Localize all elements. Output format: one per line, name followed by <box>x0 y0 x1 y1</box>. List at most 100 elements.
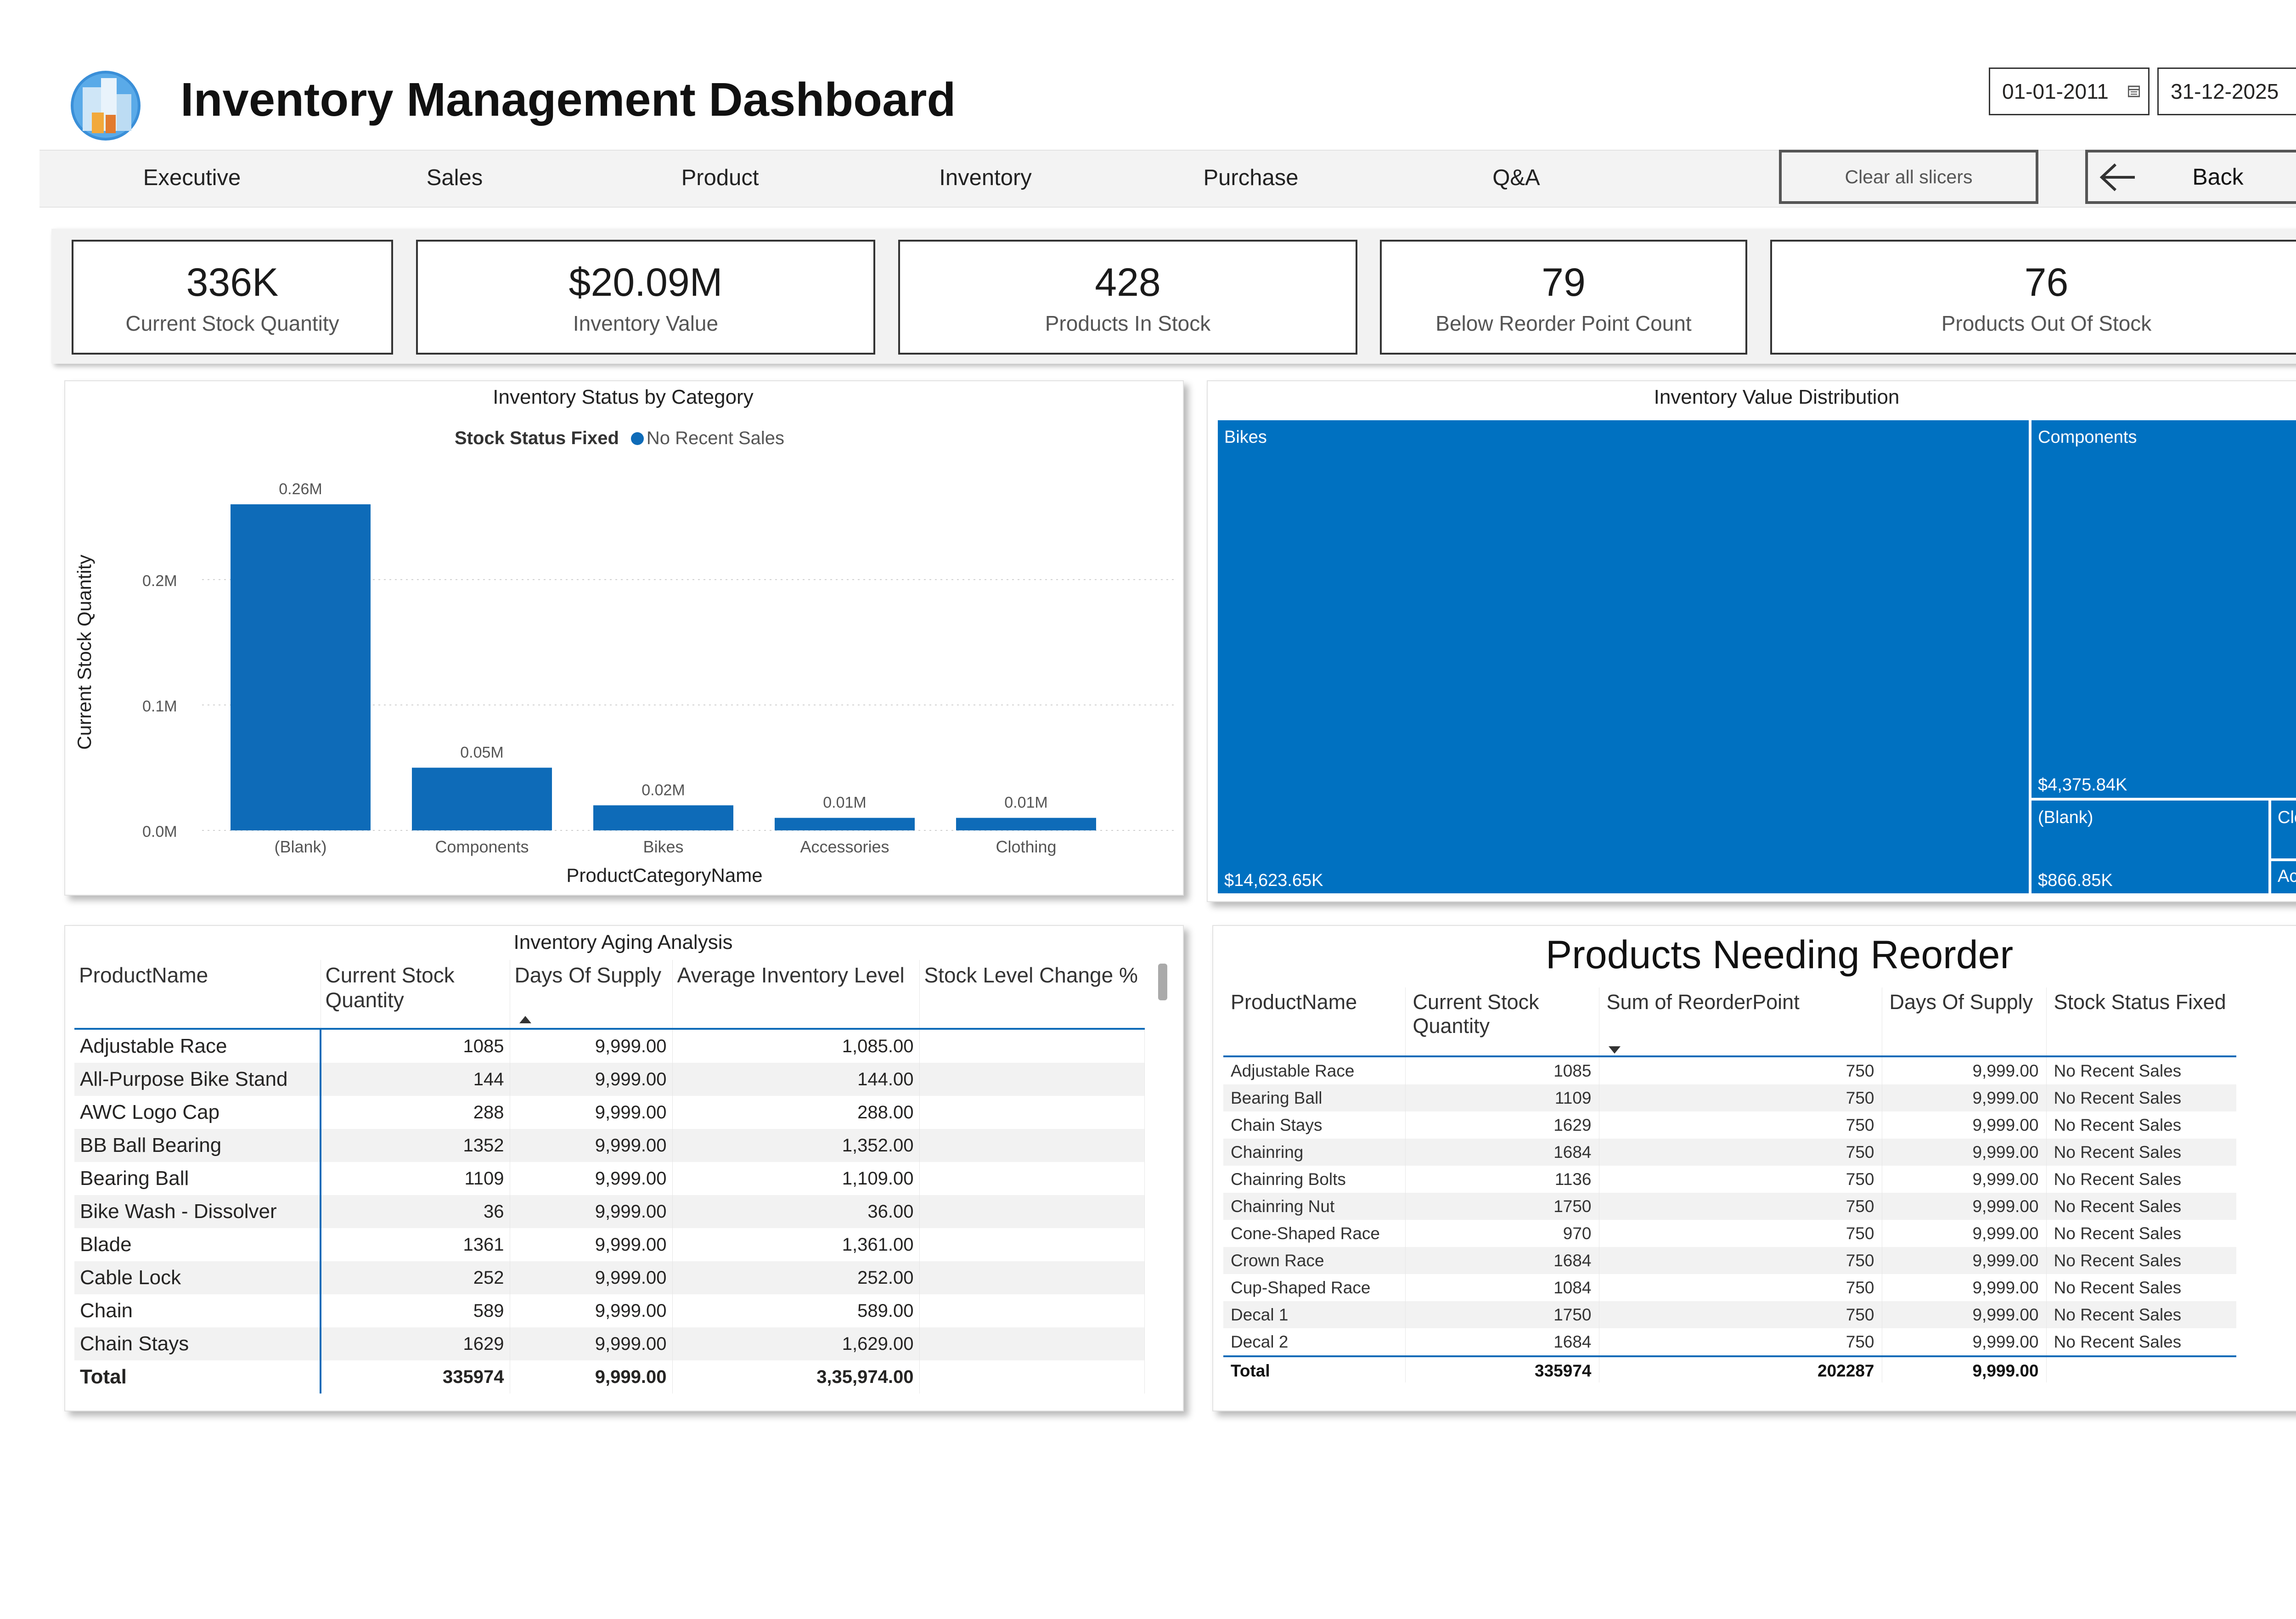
back-button[interactable]: Back <box>2085 150 2296 204</box>
table-row[interactable]: Decal 1 1750 750 9,999.00 No Recent Sales <box>1223 1301 2236 1328</box>
table-cell <box>919 1294 1145 1327</box>
kpi-value: $20.09M <box>568 260 723 305</box>
table-cell: 1684 <box>1405 1139 1599 1166</box>
table-row[interactable]: Cup-Shaped Race 1084 750 9,999.00 No Recent … <box>1223 1274 2236 1301</box>
table-row[interactable]: Bike Wash - Dissolver 36 9,999.00 36.00 <box>74 1195 1145 1228</box>
col-label: Days Of Supply <box>514 963 662 987</box>
table-cell: Chainring Bolts <box>1223 1166 1406 1193</box>
table-row[interactable]: Adjustable Race 1085 750 9,999.00 No Recent … <box>1223 1056 2236 1084</box>
table-cell: 750 <box>1599 1220 1882 1247</box>
table-row[interactable]: Crown Race 1684 750 9,999.00 No Recent Sales <box>1223 1247 2236 1274</box>
table-cell: 9,999.00 <box>1882 1193 2047 1220</box>
aging-table-wrap: ProductName Current Stock Quantity Days … <box>74 960 1145 1393</box>
table-cell: 252.00 <box>672 1261 920 1294</box>
table-cell: 1629 <box>1405 1111 1599 1139</box>
table-cell: Decal 1 <box>1223 1301 1406 1328</box>
table-row[interactable]: Blade 1361 9,999.00 1,361.00 <box>74 1228 1145 1261</box>
table-row[interactable]: Chainring 1684 750 9,999.00 No Recent Sales <box>1223 1139 2236 1166</box>
col-average-inventory[interactable]: Average Inventory Level <box>672 960 920 1030</box>
bar <box>775 818 915 830</box>
page-title: Inventory Management Dashboard <box>180 73 956 126</box>
table-cell: 1,361.00 <box>672 1228 920 1261</box>
x-tick-label: (Blank) <box>274 837 326 856</box>
table-cell: Blade <box>74 1228 321 1261</box>
table-row[interactable]: Chain 589 9,999.00 589.00 <box>74 1294 1145 1327</box>
col-product-name[interactable]: ProductName <box>74 960 321 1030</box>
kpi-value: 76 <box>2024 260 2069 305</box>
table-cell: 9,999.00 <box>1882 1247 2047 1274</box>
nav-tab-qa[interactable]: Q&A <box>1420 150 1613 206</box>
col-stock-level-change[interactable]: Stock Level Change % <box>919 960 1144 1030</box>
table-cell: Bearing Ball <box>74 1162 321 1195</box>
table-cell <box>919 1228 1145 1261</box>
chart-title: Inventory Status by Category <box>493 386 754 408</box>
treemap-tile-components[interactable]: Components $4,375.84K <box>2032 420 2296 798</box>
treemap: Bikes $14,623.65K Components $4,375.84K … <box>1218 420 2296 893</box>
table-row[interactable]: AWC Logo Cap 288 9,999.00 288.00 <box>74 1096 1145 1129</box>
table-row[interactable]: Cone-Shaped Race 970 750 9,999.00 No Recent … <box>1223 1220 2236 1247</box>
col-stock-status[interactable]: Stock Status Fixed <box>2046 987 2236 1057</box>
legend-item: No Recent Sales <box>646 428 785 448</box>
table-row[interactable]: All-Purpose Bike Stand 144 9,999.00 144.00 <box>74 1063 1145 1096</box>
tile-value: $14,623.65K <box>1224 871 1323 890</box>
nav-tab-purchase[interactable]: Purchase <box>1154 150 1347 206</box>
table-row[interactable]: Chainring Nut 1750 750 9,999.00 No Recent Sa… <box>1223 1193 2236 1220</box>
nav-tab-inventory[interactable]: Inventory <box>889 150 1082 206</box>
table-cell: 1084 <box>1405 1274 1599 1301</box>
table-row[interactable]: Bearing Ball 1109 750 9,999.00 No Recent Sal… <box>1223 1084 2236 1111</box>
col-current-stock[interactable]: Current Stock Quantity <box>1405 987 1599 1057</box>
table-cell: Chain Stays <box>74 1327 321 1360</box>
table-cell: 750 <box>1599 1139 1882 1166</box>
kpi-out-of-stock: 76 Products Out Of Stock <box>1770 240 2296 355</box>
treemap-tile-blank[interactable]: (Blank) $866.85K <box>2032 801 2268 893</box>
aging-table: ProductName Current Stock Quantity Days … <box>74 960 1145 1393</box>
table-header-row: ProductName Current Stock Quantity Sum o… <box>1223 987 2236 1057</box>
table-row[interactable]: Adjustable Race 1085 9,999.00 1,085.00 <box>74 1029 1145 1063</box>
nav-tab-sales[interactable]: Sales <box>358 150 551 206</box>
sort-descending-icon <box>1608 1046 1621 1054</box>
table-row[interactable]: Chain Stays 1629 750 9,999.00 No Recent Sale… <box>1223 1111 2236 1139</box>
treemap-tile-clothing[interactable]: Clot... <box>2271 801 2296 858</box>
kpi-products-in-stock: 428 Products In Stock <box>898 240 1357 355</box>
table-cell <box>919 1063 1145 1096</box>
table-cell: 1361 <box>321 1228 510 1261</box>
table-row[interactable]: Chain Stays 1629 9,999.00 1,629.00 <box>74 1327 1145 1360</box>
tile-value: $866.85K <box>2038 871 2113 890</box>
table-cell: No Recent Sales <box>2046 1247 2236 1274</box>
table-cell: 1109 <box>321 1162 510 1195</box>
table-cell: AWC Logo Cap <box>74 1096 321 1129</box>
table-row[interactable]: Bearing Ball 1109 9,999.00 1,109.00 <box>74 1162 1145 1195</box>
col-days-of-supply[interactable]: Days Of Supply <box>1882 987 2047 1057</box>
reorder-title: Products Needing Reorder <box>1545 933 2014 977</box>
kpi-value: 336K <box>186 260 279 305</box>
table-row[interactable]: Decal 2 1684 750 9,999.00 No Recent Sales <box>1223 1328 2236 1356</box>
table-cell: 9,999.00 <box>510 1129 673 1162</box>
date-start-value: 01-01-2011 <box>2002 79 2109 103</box>
date-end-picker[interactable]: 31-12-2025 <box>2157 68 2296 115</box>
table-cell: No Recent Sales <box>2046 1084 2236 1111</box>
treemap-tile-accessories[interactable]: Acc... <box>2271 861 2296 893</box>
x-tick-label: Accessories <box>800 837 889 856</box>
treemap-tile-bikes[interactable]: Bikes $14,623.65K <box>1218 420 2029 893</box>
aging-scrollbar[interactable] <box>1158 964 1167 1000</box>
date-start-picker[interactable]: 01-01-2011 <box>1989 68 2150 115</box>
table-cell: No Recent Sales <box>2046 1220 2236 1247</box>
col-reorder-point[interactable]: Sum of ReorderPoint <box>1599 987 1882 1057</box>
table-row[interactable]: BB Ball Bearing 1352 9,999.00 1,352.00 <box>74 1129 1145 1162</box>
table-row[interactable]: Cable Lock 252 9,999.00 252.00 <box>74 1261 1145 1294</box>
col-days-of-supply[interactable]: Days Of Supply <box>510 960 673 1030</box>
table-cell: Cable Lock <box>74 1261 321 1294</box>
bar-data-label: 0.05M <box>460 744 504 761</box>
table-row[interactable]: Chainring Bolts 1136 750 9,999.00 No Recent … <box>1223 1166 2236 1193</box>
table-cell <box>919 1261 1145 1294</box>
nav-tab-executive[interactable]: Executive <box>96 150 288 206</box>
col-product-name[interactable]: ProductName <box>1223 987 1406 1057</box>
col-current-stock[interactable]: Current Stock Quantity <box>321 960 510 1030</box>
nav-tab-product[interactable]: Product <box>624 150 816 206</box>
bar-chart: 0.0M 0.1M 0.2M 0.26M (Blank) 0.05M Components 0… <box>73 480 1176 886</box>
kpi-value: 428 <box>1095 260 1161 305</box>
clear-slicers-button[interactable]: Clear all slicers <box>1779 150 2038 204</box>
table-cell: 750 <box>1599 1247 1882 1274</box>
total-cell: 9,999.00 <box>1882 1355 2047 1382</box>
x-tick-label: Bikes <box>643 837 683 856</box>
